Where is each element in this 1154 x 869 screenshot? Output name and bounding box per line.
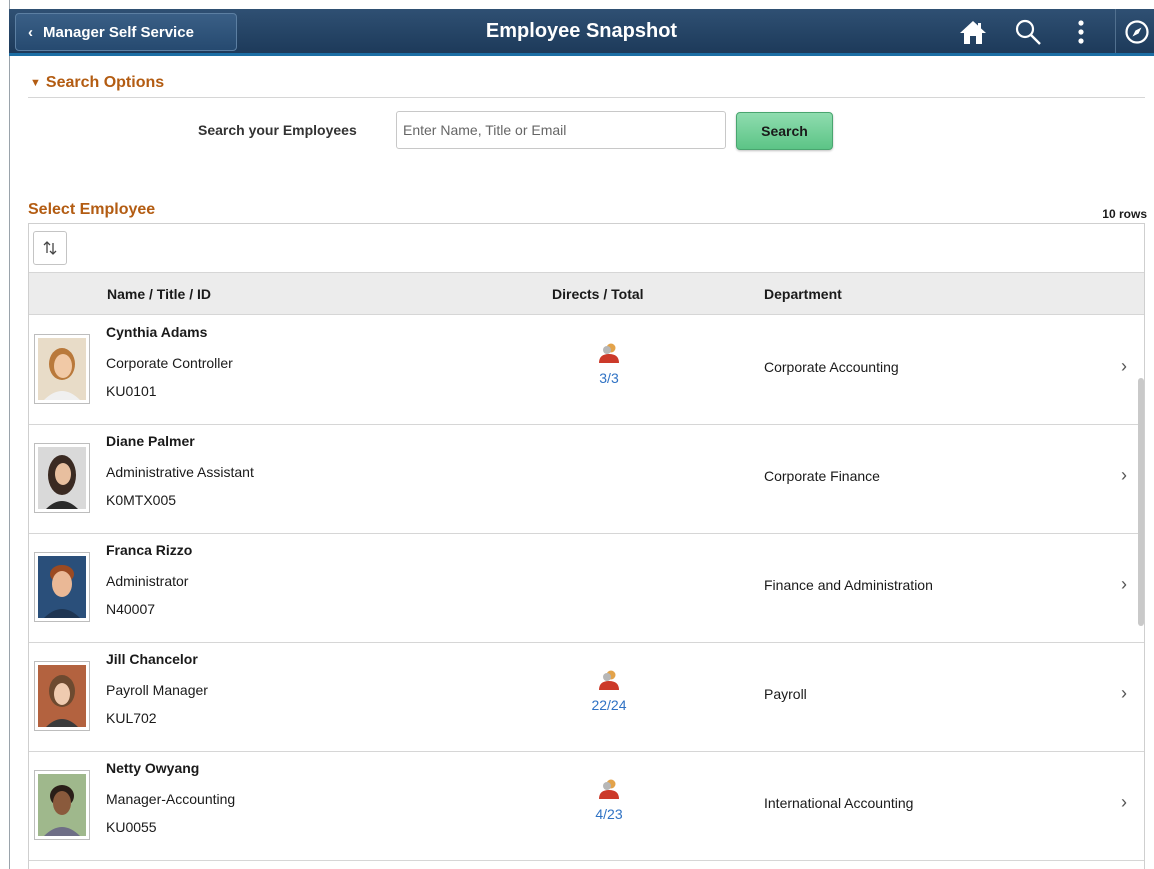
home-icon[interactable]: [958, 17, 988, 47]
grid-toolbar: [29, 224, 1144, 272]
directs-count[interactable]: 4/23: [584, 806, 634, 822]
employee-title: Administrative Assistant: [106, 464, 254, 480]
window-frame: [9, 0, 10, 869]
employee-name: Jill Chancelor: [106, 651, 198, 667]
employee-id: K0MTX005: [106, 492, 177, 508]
search-field-label: Search your Employees: [198, 122, 357, 138]
employee-photo: [34, 552, 90, 622]
employee-id: N40007: [106, 601, 156, 617]
employee-name: Netty Owyang: [106, 760, 200, 776]
grid-title: Select Employee: [28, 201, 156, 218]
employee-id: KU0055: [106, 819, 157, 835]
employee-name: Franca Rizzo: [106, 542, 193, 558]
column-header-name[interactable]: Name / Title / ID: [107, 286, 211, 302]
employee-name: Cynthia Adams: [106, 324, 208, 340]
directs-count[interactable]: 22/24: [584, 697, 634, 713]
sort-button[interactable]: [33, 231, 67, 265]
employee-department: Corporate Accounting: [764, 359, 899, 375]
employee-photo: [34, 334, 90, 404]
employee-id: KU0101: [106, 383, 157, 399]
chevron-right-icon[interactable]: ›: [1121, 792, 1127, 813]
table-row[interactable]: Franca Rizzo Administrator N40007 Financ…: [29, 534, 1144, 643]
employee-department: Finance and Administration: [764, 577, 933, 593]
chevron-right-icon[interactable]: ›: [1121, 356, 1127, 377]
chevron-right-icon[interactable]: ›: [1121, 465, 1127, 486]
row-count: 10 rows: [1102, 207, 1147, 221]
employee-department: Payroll: [764, 686, 807, 702]
team-icon: [599, 670, 619, 690]
search-options-toggle[interactable]: ▼ Search Options: [30, 74, 164, 92]
team-icon: [599, 779, 619, 799]
divider: [28, 97, 1145, 98]
search-options-label: Search Options: [45, 74, 165, 91]
employee-grid: Name / Title / ID Directs / Total Depart…: [28, 223, 1145, 869]
employee-title: Payroll Manager: [106, 682, 208, 698]
search-icon[interactable]: [1013, 17, 1043, 47]
column-header-directs[interactable]: Directs / Total: [552, 286, 644, 302]
vertical-scrollbar[interactable]: [1138, 378, 1144, 626]
table-row[interactable]: Cynthia Adams Corporate Controller KU010…: [29, 316, 1144, 425]
header-divider: [1115, 9, 1116, 53]
employee-name: Diane Palmer: [106, 433, 195, 449]
sort-icon: [43, 241, 57, 255]
back-button[interactable]: ‹ Manager Self Service: [15, 13, 237, 51]
grid-header-row: Name / Title / ID Directs / Total Depart…: [29, 272, 1144, 315]
caret-down-icon: ▼: [30, 77, 41, 89]
employee-photo: [34, 443, 90, 513]
directs-total[interactable]: 4/23: [584, 778, 634, 822]
employee-department: International Accounting: [764, 795, 914, 811]
navbar-compass-icon[interactable]: [1122, 17, 1152, 47]
search-button[interactable]: Search: [736, 112, 833, 150]
employee-title: Corporate Controller: [106, 355, 233, 371]
employee-title: Manager-Accounting: [106, 791, 236, 807]
actions-menu-icon[interactable]: [1066, 17, 1096, 47]
employee-id: KUL702: [106, 710, 157, 726]
table-row[interactable]: Netty Owyang Manager-Accounting KU0055 4…: [29, 752, 1144, 861]
directs-total[interactable]: 3/3: [584, 342, 634, 386]
app-header: ‹ Manager Self Service Employee Snapshot: [9, 9, 1154, 56]
table-row[interactable]: Jill Chancelor Payroll Manager KUL702 22…: [29, 643, 1144, 752]
employee-department: Corporate Finance: [764, 468, 880, 484]
search-input[interactable]: [396, 111, 726, 149]
employee-photo: [34, 661, 90, 731]
chevron-right-icon[interactable]: ›: [1121, 574, 1127, 595]
chevron-left-icon: ‹: [28, 23, 33, 41]
column-header-department[interactable]: Department: [764, 286, 842, 302]
employee-title: Administrator: [106, 573, 189, 589]
employee-photo: [34, 770, 90, 840]
chevron-right-icon[interactable]: ›: [1121, 683, 1127, 704]
back-button-label: Manager Self Service: [43, 23, 194, 41]
directs-count[interactable]: 3/3: [584, 370, 634, 386]
directs-total[interactable]: 22/24: [584, 669, 634, 713]
team-icon: [599, 343, 619, 363]
table-row[interactable]: Diane Palmer Administrative Assistant K0…: [29, 425, 1144, 534]
